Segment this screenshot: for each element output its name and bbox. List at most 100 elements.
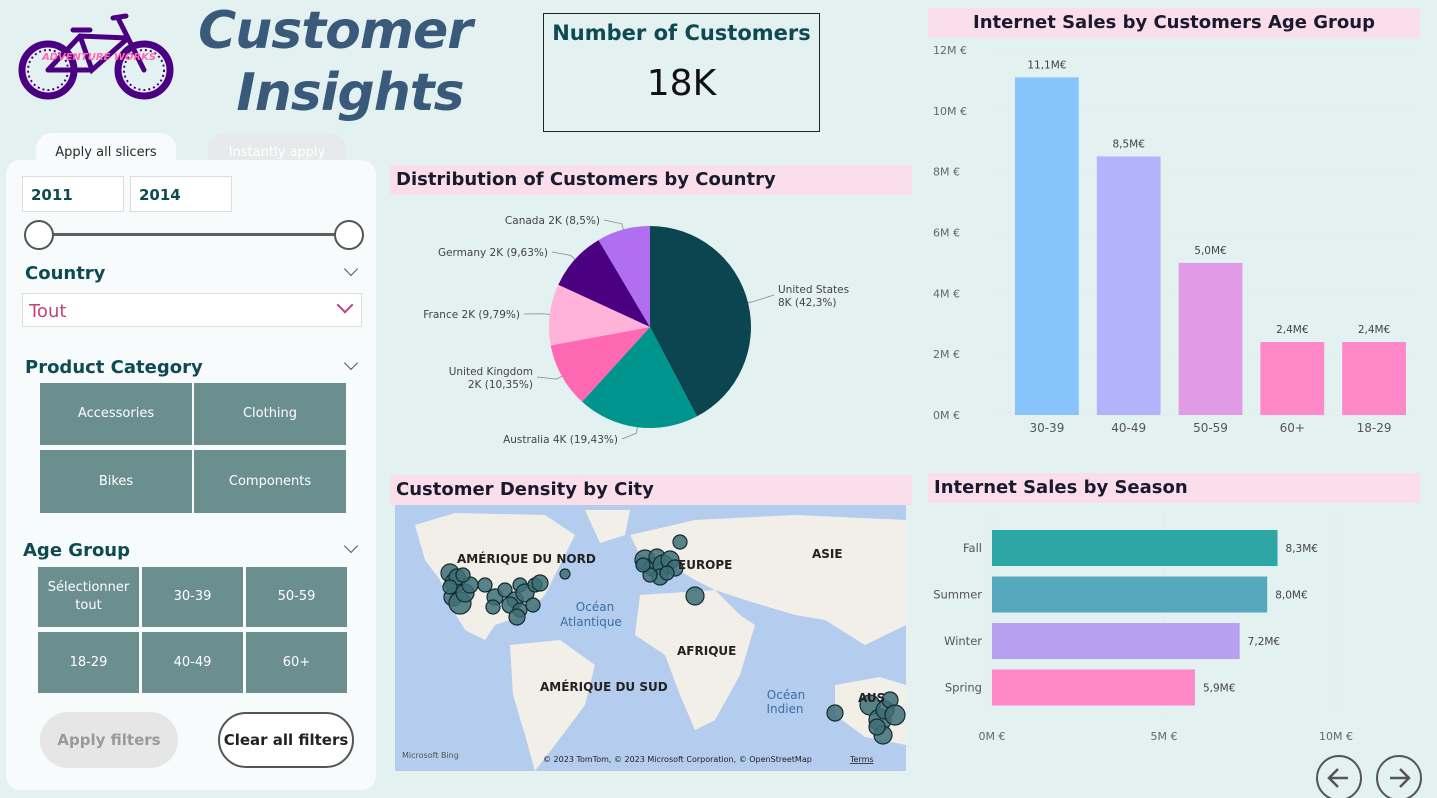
bar-spring[interactable] — [992, 669, 1195, 706]
map-ocean-indian: Océan Indien — [766, 688, 805, 716]
city-bubble[interactable] — [485, 599, 501, 615]
year-slider-min-handle[interactable] — [24, 220, 54, 250]
y-tick-label: 10M € — [933, 105, 967, 118]
title-line1: Customer — [198, 1, 473, 61]
city-bubble[interactable] — [868, 718, 886, 736]
city-bubble[interactable] — [525, 597, 541, 613]
bar-50-59[interactable] — [1178, 262, 1243, 415]
bar-data-label: 8,3M€ — [1286, 543, 1318, 555]
x-tick-label: 0M € — [979, 730, 1006, 743]
customer-density-map[interactable]: AMÉRIQUE DU NORD EUROPE ASIE AFRIQUE AMÉ… — [395, 505, 906, 771]
category-tile-accessories[interactable]: Accessories — [40, 383, 192, 445]
city-bubble[interactable] — [826, 704, 844, 722]
x-tick-label: 50-59 — [1193, 421, 1228, 435]
x-tick-label: 5M € — [1151, 730, 1178, 743]
bar-data-label: 5,0M€ — [1194, 245, 1226, 257]
y-tick-label: Spring — [945, 681, 982, 695]
pie-section-title: Distribution of Customers by Country — [390, 165, 912, 195]
map-label-south-america: AMÉRIQUE DU SUD — [540, 679, 668, 694]
pie-leader-line — [523, 313, 550, 315]
bar-data-label: 8,0M€ — [1275, 590, 1307, 602]
city-bubble[interactable] — [884, 704, 906, 726]
land-south-america — [510, 640, 595, 771]
forward-arrow-button[interactable] — [1376, 755, 1422, 798]
bar-60+[interactable] — [1260, 342, 1325, 415]
age-tile-50-59[interactable]: 50-59 — [246, 567, 347, 627]
age-tile-select-all[interactable]: Sélectionner tout — [38, 567, 139, 627]
x-tick-label: 30-39 — [1029, 421, 1064, 435]
clear-filters-button[interactable]: Clear all filters — [218, 712, 354, 768]
x-tick-label: 10M € — [1319, 730, 1353, 743]
map-label-europe: EUROPE — [678, 558, 732, 572]
age-tile-60-plus[interactable]: 60+ — [246, 632, 347, 693]
pie-leader-line — [747, 294, 775, 304]
bar-data-label: 5,9M€ — [1203, 683, 1235, 695]
city-bubble[interactable] — [455, 567, 471, 583]
page-title: Customer Insights — [198, 0, 500, 124]
back-arrow-button[interactable] — [1316, 755, 1362, 798]
category-tile-clothing[interactable]: Clothing — [194, 383, 346, 445]
y-tick-label: 6M € — [933, 227, 960, 240]
age-tile-40-49[interactable]: 40-49 — [142, 632, 243, 693]
age-tile-30-39[interactable]: 30-39 — [142, 567, 243, 627]
pie-label: France 2K (9,79%) — [423, 309, 520, 321]
year-to-input[interactable]: 2014 — [130, 176, 232, 212]
year-slider-track — [38, 233, 348, 236]
map-section-title: Customer Density by City — [390, 475, 912, 505]
y-tick-label: 12M € — [933, 44, 967, 57]
season-bar-chart: 0M € 5M € 10M € Fall 8,3M€ Summer 8,0M€ Winter 7… — [933, 513, 1353, 743]
land-north-america — [415, 513, 575, 640]
arrow-left-icon — [1327, 768, 1348, 788]
x-tick-label: 18-29 — [1357, 421, 1392, 435]
pie-leader-line — [603, 219, 624, 230]
map-label-africa: AFRIQUE — [677, 644, 736, 658]
y-tick-label: Fall — [963, 541, 982, 555]
adventure-works-logo: ADVENTURE WORKS — [18, 13, 174, 100]
year-slider-max-handle[interactable] — [334, 220, 364, 250]
category-tile-bikes[interactable]: Bikes — [40, 450, 192, 513]
city-bubble[interactable] — [559, 568, 571, 580]
bar-30-39[interactable] — [1014, 77, 1079, 415]
bar-data-label: 8,5M€ — [1112, 138, 1144, 150]
bar-winter[interactable] — [992, 623, 1240, 659]
y-tick-label: 2M € — [933, 348, 960, 361]
arrow-right-icon — [1390, 768, 1411, 788]
country-dropdown[interactable]: Tout — [22, 293, 362, 327]
microsoft-bing-logo: Microsoft Bing — [402, 751, 459, 760]
city-bubble[interactable] — [685, 586, 705, 606]
map-canvas: AMÉRIQUE DU NORD EUROPE ASIE AFRIQUE AMÉ… — [402, 510, 906, 771]
city-bubble[interactable] — [508, 608, 526, 626]
age-chart-title: Internet Sales by Customers Age Group — [928, 8, 1420, 38]
kpi-title: Number of Customers — [552, 21, 811, 45]
apply-filters-button[interactable]: Apply filters — [40, 712, 178, 768]
country-slicer-label: Country — [25, 263, 106, 284]
category-tile-components[interactable]: Components — [194, 450, 346, 513]
city-bubble[interactable] — [659, 565, 675, 581]
age-group-label: Age Group — [23, 540, 131, 561]
map-label-north-america: AMÉRIQUE DU NORD — [457, 551, 596, 566]
land-greenland — [585, 510, 630, 543]
bar-fall[interactable] — [992, 530, 1278, 566]
bar-18-29[interactable] — [1342, 342, 1407, 415]
bar-40-49[interactable] — [1096, 156, 1161, 415]
year-from-input[interactable]: 2011 — [22, 176, 124, 212]
country-pie-chart: United States8K (42,3%) Australia 4K (19,… — [423, 215, 849, 446]
map-label-asia: ASIE — [812, 547, 843, 561]
land-africa — [635, 590, 755, 730]
city-bubble[interactable] — [672, 534, 688, 550]
pie-label: Australia 4K (19,43%) — [503, 434, 618, 446]
y-tick-label: 0M € — [933, 409, 960, 422]
city-bubble[interactable] — [635, 557, 651, 573]
city-bubble[interactable] — [477, 577, 493, 593]
bar-data-label: 7,2M€ — [1248, 636, 1280, 648]
pie-leader-line — [621, 427, 638, 440]
pie-label: United States — [778, 284, 849, 296]
age-tile-18-29[interactable]: 18-29 — [38, 632, 139, 693]
pie-label: Germany 2K (9,63%) — [438, 247, 548, 259]
bar-summer[interactable] — [992, 576, 1268, 613]
y-tick-label: 4M € — [933, 287, 960, 300]
city-bubble[interactable] — [442, 579, 458, 595]
pie-label: 2K (10,35%) — [468, 379, 533, 391]
city-bubble[interactable] — [531, 574, 549, 592]
y-tick-label: 8M € — [933, 166, 960, 179]
